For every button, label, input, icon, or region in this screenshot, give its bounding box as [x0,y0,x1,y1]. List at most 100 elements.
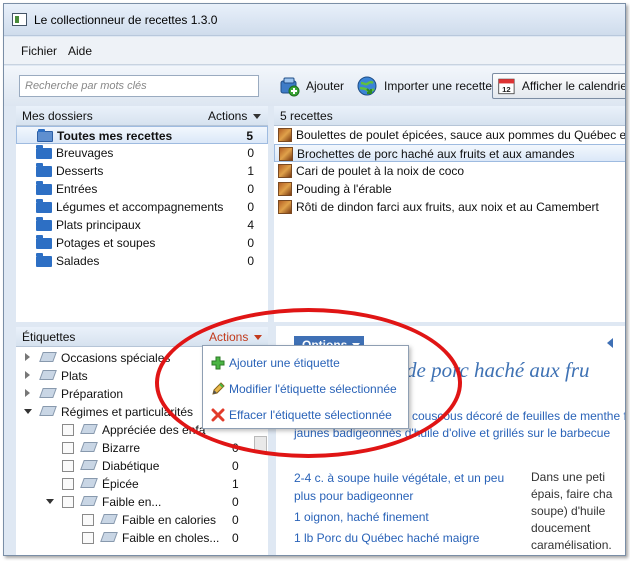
tag-label: Faible en... [102,495,162,509]
tag-icon [39,352,57,362]
window-title: Le collectionneur de recettes 1.3.0 [34,13,218,27]
recipe-item-selected[interactable]: Brochettes de porc haché aux fruits et a… [274,144,625,162]
tag-icon [80,424,98,434]
expand-arrow-icon[interactable] [25,353,30,361]
tag-icon [39,370,57,380]
folder-item-breuvages[interactable]: Breuvages 0 [16,144,268,162]
tag-label: Occasions spéciales [61,351,171,365]
folder-item-desserts[interactable]: Desserts 1 [16,162,268,180]
tag-label: Faible en calories [122,513,217,527]
tag-checkbox[interactable] [62,460,74,472]
search-input[interactable] [19,75,259,97]
tag-label: Bizarre [102,441,141,455]
recipe-item[interactable]: Boulettes de poulet épicées, sauce aux p… [274,126,626,144]
tag-item-faible-en[interactable]: Faible en... 0 [16,493,268,511]
folder-item-potages[interactable]: Potages et soupes 0 [16,234,268,252]
folder-label: Desserts [56,164,104,178]
tag-checkbox[interactable] [82,532,94,544]
tags-actions-button[interactable]: Actions [209,330,263,344]
tags-header-title: Étiquettes [22,330,76,344]
menu-bar: Fichier Aide [4,37,625,65]
recipe-item[interactable]: Rôti de dindon farci aux fruits, aux noi… [274,198,625,216]
recipes-header: 5 recettes [274,106,625,126]
tag-checkbox[interactable] [62,442,74,454]
tag-checkbox[interactable] [82,514,94,526]
ingredient-line: plus pour badigeonner [294,489,414,503]
tag-item-faible-calories[interactable]: Faible en calories 0 [16,511,268,529]
tag-label: Épicée [102,477,139,491]
folder-item-salades[interactable]: Salades 0 [16,252,268,270]
add-recipe-button[interactable]: Ajouter [278,73,344,99]
recipe-item[interactable]: Pouding à l'érable [274,180,625,198]
tag-icon [100,532,118,542]
instruction-line: Dans une peti [531,470,606,484]
tag-checkbox[interactable] [62,478,74,490]
tag-icon [39,406,57,416]
tag-icon [80,496,98,506]
ingredient-line: 2-4 c. à soupe huile végétale, et un peu [294,471,505,485]
recipe-label: Brochettes de porc haché aux fruits et a… [297,147,575,161]
pencil-icon [212,382,225,395]
import-recipe-button[interactable]: Importer une recette [356,73,492,99]
tag-count: 0 [232,495,239,509]
tags-scrollbar-thumb[interactable] [254,436,267,452]
collapse-left-icon[interactable] [607,338,613,348]
menu-fichier[interactable]: Fichier [21,44,57,58]
folders-actions-button[interactable]: Actions [208,109,262,123]
recipe-label: Boulettes de poulet épicées, sauce aux p… [296,128,626,142]
menu-item-add-tag[interactable]: Ajouter une étiquette [203,352,408,374]
recipe-thumbnail [278,200,292,214]
expand-arrow-icon[interactable] [25,371,30,379]
tag-label: Préparation [61,387,124,401]
menu-item-delete-tag[interactable]: Effacer l'étiquette sélectionnée [203,404,408,426]
add-recipe-label: Ajouter [306,79,345,93]
tag-item-diabetique[interactable]: Diabétique 0 [16,457,268,475]
expand-arrow-icon[interactable] [25,389,30,397]
folder-label: Légumes et accompagnements [56,200,224,214]
instruction-line: doucement [531,521,591,535]
recipe-item[interactable]: Cari de poulet à la noix de coco [274,162,625,180]
folder-label: Plats principaux [56,218,141,232]
folder-item-all-recipes[interactable]: Toutes mes recettes 5 [16,126,268,144]
toolbar: Ajouter Importer une recette 12 Afficher… [4,66,625,106]
delete-x-icon [211,408,225,422]
folder-item-legumes[interactable]: Légumes et accompagnements 0 [16,198,268,216]
tag-label: Appréciée des enfa [102,423,206,437]
tag-item-epicee[interactable]: Épicée 1 [16,475,268,493]
recipes-list: Boulettes de poulet épicées, sauce aux p… [274,126,626,322]
tag-checkbox[interactable] [62,424,74,436]
folders-header-title: Mes dossiers [22,109,93,123]
folder-count: 5 [246,129,253,143]
folder-item-entrees[interactable]: Entrées 0 [16,180,268,198]
recipe-title: de porc haché aux fru [406,358,590,382]
tag-checkbox[interactable] [62,496,74,508]
folders-actions-label: Actions [208,109,248,123]
collapse-arrow-icon[interactable] [46,499,54,504]
folder-item-plats-principaux[interactable]: Plats principaux 4 [16,216,268,234]
tag-item-faible-cholesterol[interactable]: Faible en choles... 0 [16,529,268,547]
folder-label: Breuvages [56,146,114,160]
collapse-arrow-icon[interactable] [24,409,32,414]
add-recipe-icon [280,77,300,97]
instruction-line: soupe) d'huile [531,504,606,518]
tag-label: Faible en choles... [122,531,220,545]
recipe-label: Rôti de dindon farci aux fruits, aux noi… [296,200,599,214]
menu-aide[interactable]: Aide [68,44,92,58]
recipe-label: Pouding à l'érable [296,182,392,196]
ingredient-line: 1 lb Porc du Québec haché maigre [294,531,480,545]
tag-count: 0 [232,513,239,527]
tag-item-bizarre[interactable]: Bizarre 0 [16,439,268,457]
show-calendar-button[interactable]: 12 Afficher le calendrier [492,73,625,99]
menu-item-label: Modifier l'étiquette sélectionnée [229,382,397,396]
folder-icon [36,217,52,231]
folder-label: Entrées [56,182,98,196]
tag-count: 0 [232,459,239,473]
recipe-thumbnail [278,182,292,196]
plus-icon [211,356,225,370]
menu-item-edit-tag[interactable]: Modifier l'étiquette sélectionnée [203,378,408,400]
tag-icon [39,388,57,398]
recipe-thumbnail [279,147,293,161]
folder-icon [36,145,52,159]
folder-icon [36,163,52,177]
recipes-count-title: 5 recettes [280,109,333,123]
